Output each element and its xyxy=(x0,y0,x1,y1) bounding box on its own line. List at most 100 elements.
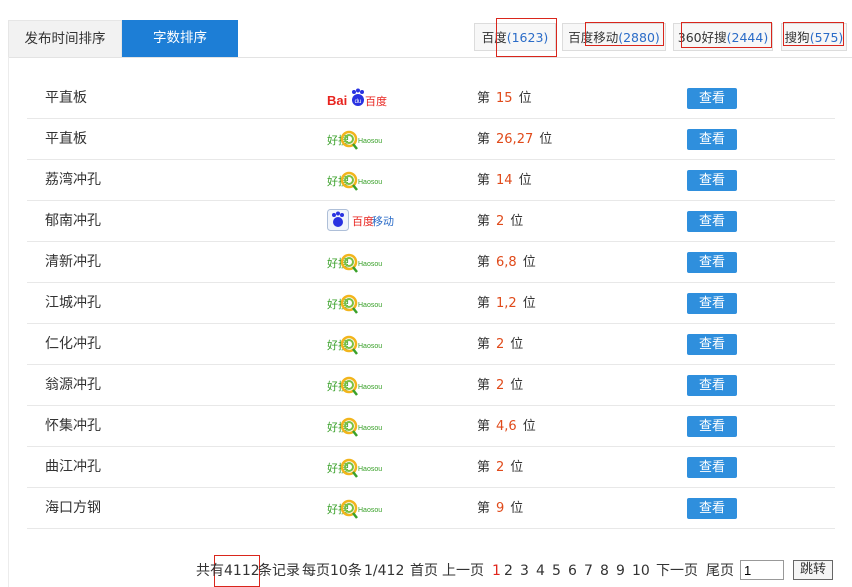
per-page: 每页10条 xyxy=(302,563,362,579)
rank-suffix: 位 xyxy=(522,296,536,311)
engine-logo: 好搜 Haosou xyxy=(327,252,391,274)
engine-logo: 好搜 Haosou xyxy=(327,416,391,438)
page-number-link[interactable]: 6 xyxy=(568,560,577,582)
page-number-current[interactable]: 1 xyxy=(492,560,501,582)
tab-word-count[interactable]: 字数排序 xyxy=(122,20,238,57)
rank-number: 26,27 xyxy=(496,132,534,147)
engine-logo: 好搜 Haosou xyxy=(327,129,391,151)
haosou-logo-icon: 好搜 Haosou xyxy=(327,458,382,478)
tab-publish-time[interactable]: 发布时间排序 xyxy=(8,20,122,57)
table-row: 清新冲孔 好搜 Haosou 第 6,8 位 查看 xyxy=(27,242,835,283)
page-jump-input[interactable] xyxy=(740,560,784,580)
page-number-link[interactable]: 2 xyxy=(504,560,513,582)
haosou-logo-icon: 好搜 Haosou xyxy=(327,417,382,437)
page-number-link[interactable]: 7 xyxy=(584,560,593,582)
highlight-box xyxy=(783,22,844,46)
table-row: 郁南冲孔 百度 移动 第 2 位 查看 xyxy=(27,201,835,242)
rank-suffix: 位 xyxy=(510,214,524,229)
rank-suffix: 位 xyxy=(510,460,524,475)
table-row: 怀集冲孔 好搜 Haosou 第 4,6 位 查看 xyxy=(27,406,835,447)
rank-number: 2 xyxy=(496,337,505,352)
rank-prefix: 第 xyxy=(477,337,491,352)
page-number-link[interactable]: 3 xyxy=(520,560,529,582)
svg-text:移动: 移动 xyxy=(372,215,394,228)
page-position: 1/412 xyxy=(364,563,405,579)
rank-text: 第2位 xyxy=(477,365,523,406)
rank-text: 第 1,2 位 xyxy=(477,283,536,324)
rank-number: 15 xyxy=(496,91,513,106)
highlight-box xyxy=(585,22,664,46)
engine-logo: 好搜 Haosou xyxy=(327,293,391,315)
rank-text: 第 26,27 位 xyxy=(477,119,552,160)
keyword-text: 江城冲孔 xyxy=(45,295,101,311)
page-number-link[interactable]: 8 xyxy=(600,560,609,582)
total-prefix: 共有 xyxy=(196,563,224,579)
rank-text: 第2位 xyxy=(477,201,523,242)
prev-page-link[interactable]: 上一页 xyxy=(442,560,484,582)
haosou-logo-icon: 好搜 Haosou xyxy=(327,376,382,396)
baidu-logo-icon: Bai du 百度 xyxy=(327,88,387,108)
tab-divider xyxy=(8,57,852,58)
rank-number: 2 xyxy=(496,460,505,475)
next-page-link[interactable]: 下一页 xyxy=(656,560,698,582)
view-button[interactable]: 查看 xyxy=(687,129,737,150)
rank-text: 第 15 位 xyxy=(477,78,532,119)
jump-button[interactable]: 跳转 xyxy=(793,560,833,580)
page-number-link[interactable]: 10 xyxy=(632,560,650,582)
view-button[interactable]: 查看 xyxy=(687,334,737,355)
rank-number: 4,6 xyxy=(496,419,517,434)
keyword-text: 平直板 xyxy=(45,90,87,106)
page-number-link[interactable]: 9 xyxy=(616,560,625,582)
rank-number: 14 xyxy=(496,173,513,188)
rank-prefix: 第 xyxy=(477,255,491,270)
haosou-logo-icon: 好搜 Haosou xyxy=(327,294,382,314)
page-number-link[interactable]: 4 xyxy=(536,560,545,582)
rank-suffix: 位 xyxy=(518,91,532,106)
rank-text: 第2位 xyxy=(477,447,523,488)
svg-text:Haosou: Haosou xyxy=(358,138,382,145)
highlight-box xyxy=(681,22,772,48)
svg-text:Haosou: Haosou xyxy=(358,343,382,350)
baidu-mobile-logo-icon: 百度 移动 xyxy=(327,209,394,231)
rank-suffix: 位 xyxy=(518,173,532,188)
view-button[interactable]: 查看 xyxy=(687,457,737,478)
view-button[interactable]: 查看 xyxy=(687,416,737,437)
haosou-logo-icon: 好搜 Haosou xyxy=(327,253,382,273)
svg-text:du: du xyxy=(355,99,362,105)
rank-prefix: 第 xyxy=(477,378,491,393)
total-suffix: 条记录 xyxy=(258,563,300,579)
rank-number: 1,2 xyxy=(496,296,517,311)
keyword-text: 郁南冲孔 xyxy=(45,213,101,229)
keyword-text: 荔湾冲孔 xyxy=(45,172,101,188)
engine-logo: 好搜 Haosou xyxy=(327,498,391,520)
rank-suffix: 位 xyxy=(539,132,553,147)
first-page-link[interactable]: 首页 xyxy=(410,560,438,582)
rank-prefix: 第 xyxy=(477,91,491,106)
rank-number: 2 xyxy=(496,214,505,229)
last-page-link[interactable]: 尾页 xyxy=(706,560,734,582)
haosou-logo-icon: 好搜 Haosou xyxy=(327,499,382,519)
highlight-box xyxy=(496,18,557,57)
view-button[interactable]: 查看 xyxy=(687,170,737,191)
keyword-text: 怀集冲孔 xyxy=(45,418,101,434)
view-button[interactable]: 查看 xyxy=(687,293,737,314)
svg-text:Haosou: Haosou xyxy=(358,507,382,514)
rank-suffix: 位 xyxy=(510,378,524,393)
table-row: 平直板 Bai du 百度 第 15 位 查看 xyxy=(27,78,835,119)
keyword-text: 平直板 xyxy=(45,131,87,147)
engine-logo: 好搜 Haosou xyxy=(327,334,391,356)
svg-text:Bai: Bai xyxy=(327,93,347,108)
svg-text:Haosou: Haosou xyxy=(358,425,382,432)
view-button[interactable]: 查看 xyxy=(687,88,737,109)
view-button[interactable]: 查看 xyxy=(687,498,737,519)
view-button[interactable]: 查看 xyxy=(687,211,737,232)
haosou-logo-icon: 好搜 Haosou xyxy=(327,171,382,191)
rank-prefix: 第 xyxy=(477,501,491,516)
view-button[interactable]: 查看 xyxy=(687,252,737,273)
engine-logo: 百度 移动 xyxy=(327,209,395,231)
svg-text:百度: 百度 xyxy=(365,94,387,108)
view-button[interactable]: 查看 xyxy=(687,375,737,396)
engine-logo: 好搜 Haosou xyxy=(327,375,391,397)
table-row: 江城冲孔 好搜 Haosou 第 1,2 位 查看 xyxy=(27,283,835,324)
page-number-link[interactable]: 5 xyxy=(552,560,561,582)
